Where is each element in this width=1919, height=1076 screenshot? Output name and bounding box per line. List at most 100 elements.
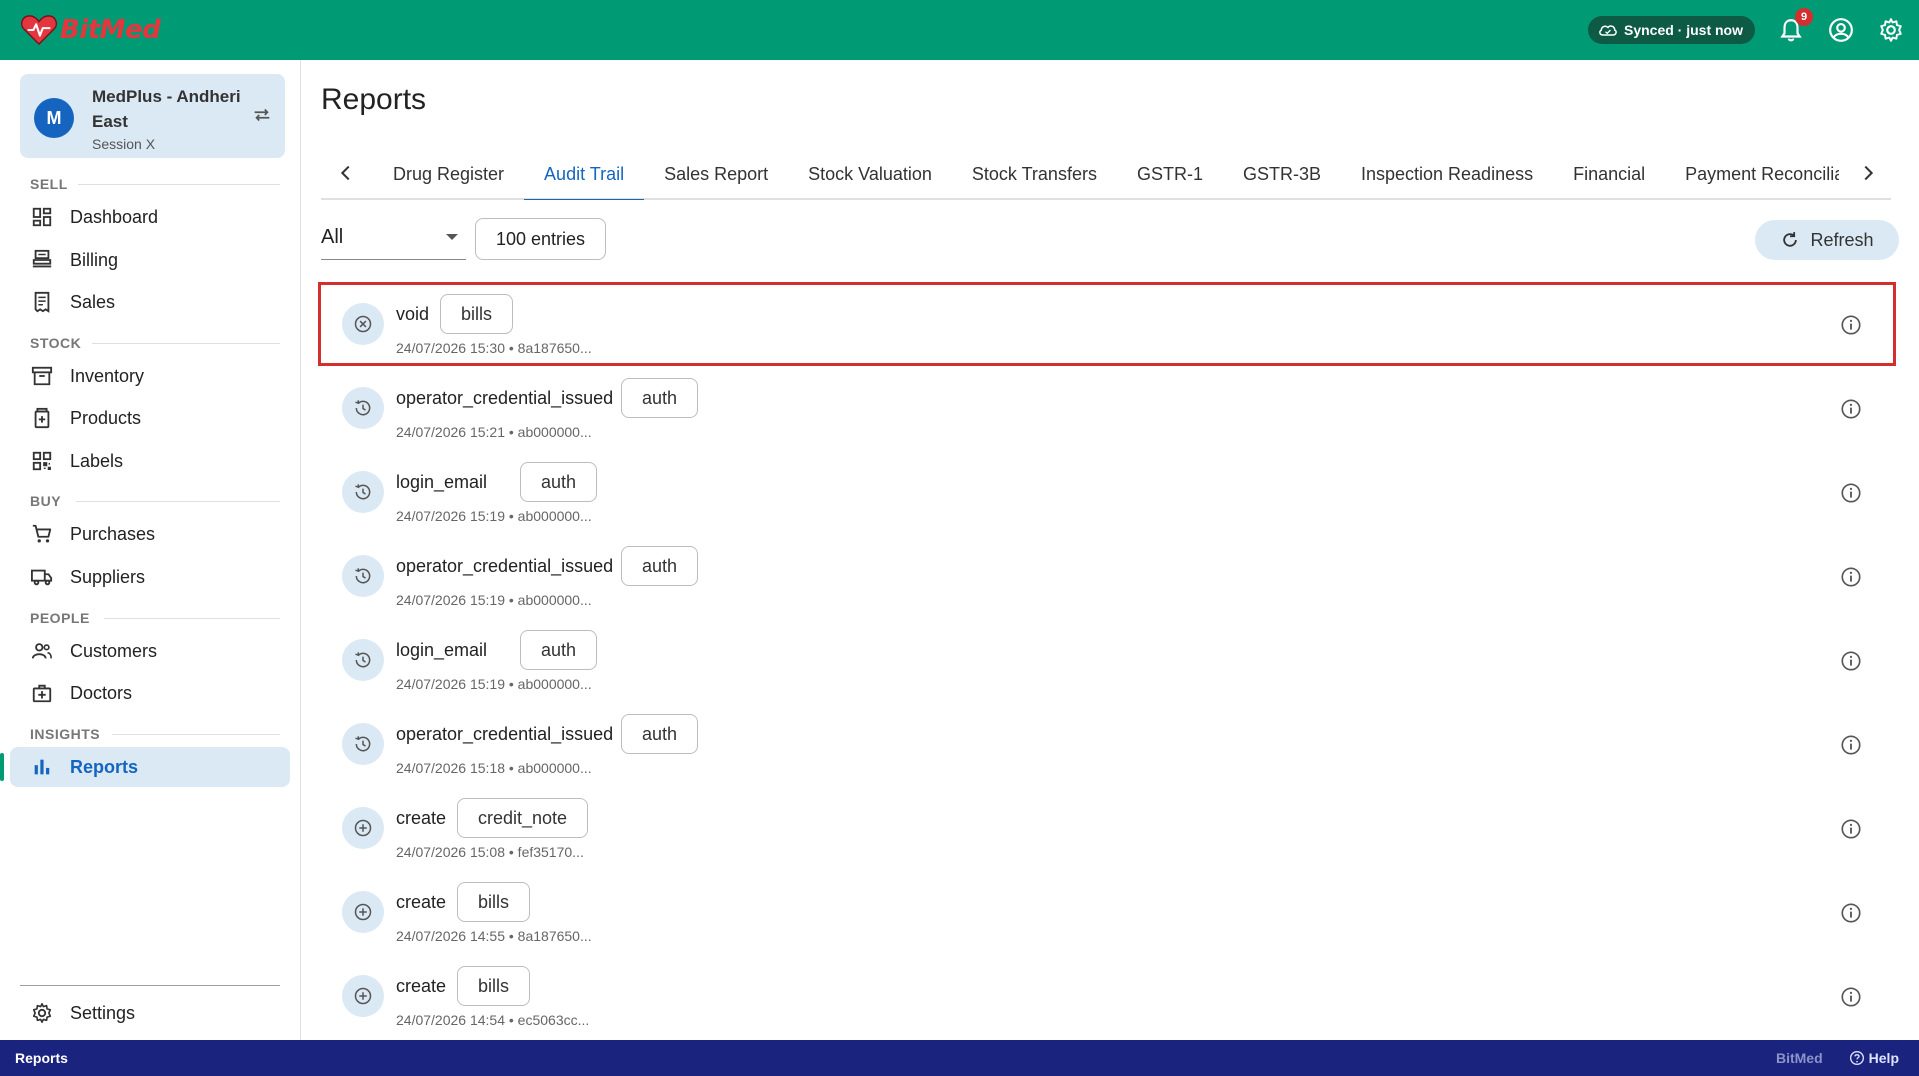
receipt-icon (30, 290, 54, 314)
info-icon[interactable] (1840, 902, 1862, 924)
sidebar-item-label: Dashboard (70, 206, 159, 227)
tab-inspection-readiness[interactable]: Inspection Readiness (1341, 148, 1553, 200)
tab-sales-report[interactable]: Sales Report (644, 148, 788, 200)
info-icon[interactable] (1840, 314, 1862, 336)
list-item[interactable]: operator_credential_issued auth 24/07/20… (318, 702, 1896, 786)
truck-icon (30, 565, 54, 589)
void-icon (342, 303, 384, 345)
list-item[interactable]: operator_credential_issued auth 24/07/20… (318, 534, 1896, 618)
sidebar-item-dashboard[interactable]: Dashboard (10, 197, 290, 237)
info-icon[interactable] (1840, 398, 1862, 420)
tab-financial[interactable]: Financial (1553, 148, 1665, 200)
qr-code-icon (30, 449, 54, 473)
audit-action: login_email (396, 472, 488, 492)
main-content: Reports Drug Register Audit Trail Sales Re… (302, 60, 1919, 1040)
tab-stock-transfers[interactable]: Stock Transfers (952, 148, 1117, 200)
history-icon (342, 387, 384, 429)
audit-meta: 24/07/2026 15:19 • ab000000... (396, 508, 592, 524)
entity-chip: credit_note (457, 798, 589, 838)
entity-chip: auth (621, 546, 699, 586)
bar-chart-icon (30, 755, 54, 779)
sync-status-badge[interactable]: Synced · just now (1587, 16, 1755, 44)
brand-name: BitMed (60, 15, 161, 45)
gear-icon (30, 1001, 54, 1025)
tabs-scroll-left-button[interactable] (331, 158, 361, 188)
list-item[interactable]: operator_credential_issued auth 24/07/20… (318, 366, 1896, 450)
sidebar-item-label: Reports (70, 756, 139, 777)
notifications-button[interactable]: 9 (1777, 8, 1813, 44)
list-item[interactable]: create bills 24/07/2026 14:54 • ec5063cc… (318, 954, 1896, 1038)
account-icon (1829, 18, 1853, 42)
add-circle-icon (342, 975, 384, 1017)
section-label-stock: STOCK (30, 335, 82, 351)
list-item[interactable]: void bills 24/07/2026 15:30 • 8a187650..… (318, 282, 1896, 366)
audit-action: create (396, 892, 447, 912)
sidebar-item-suppliers[interactable]: Suppliers (10, 557, 290, 597)
filter-selected-value: All (321, 226, 344, 248)
info-icon[interactable] (1840, 734, 1862, 756)
sidebar-item-customers[interactable]: Customers (10, 631, 290, 671)
account-button[interactable] (1827, 16, 1855, 44)
list-item[interactable]: login_email auth 24/07/2026 15:19 • ab00… (318, 618, 1896, 702)
sidebar-item-doctors[interactable]: Doctors (10, 673, 290, 713)
medical-bag-icon (30, 681, 54, 705)
entity-chip: bills (457, 966, 531, 1006)
section-divider (104, 618, 280, 619)
audit-trail-list: void bills 24/07/2026 15:30 • 8a187650..… (318, 282, 1896, 1038)
sidebar-item-label: Sales (70, 291, 116, 312)
audit-meta: 24/07/2026 15:08 • fef35170... (396, 844, 584, 860)
tab-payment-reconciliation[interactable]: Payment Reconciliation (1665, 148, 1839, 200)
tab-drug-register[interactable]: Drug Register (373, 148, 524, 200)
brand-logo[interactable]: BitMed (20, 14, 161, 46)
tabs-scroll-right-button[interactable] (1853, 158, 1883, 188)
sidebar-item-products[interactable]: Products (10, 398, 290, 438)
chevron-right-icon (1864, 165, 1874, 181)
audit-meta: 24/07/2026 15:19 • ab000000... (396, 592, 592, 608)
page-title: Reports (321, 83, 427, 116)
store-switcher-card[interactable]: M MedPlus - Andheri East Session X (20, 74, 285, 158)
sidebar-item-label: Inventory (70, 365, 145, 386)
info-icon[interactable] (1840, 818, 1862, 840)
sidebar-item-labels[interactable]: Labels (10, 441, 290, 481)
sidebar-item-purchases[interactable]: Purchases (10, 514, 290, 554)
entity-chip: auth (520, 462, 598, 502)
refresh-button[interactable]: Refresh (1755, 220, 1899, 260)
action-filter-select[interactable]: All (321, 218, 466, 260)
info-icon[interactable] (1840, 566, 1862, 588)
sidebar-item-label: Doctors (70, 682, 133, 703)
audit-action: operator_credential_issued (396, 724, 614, 744)
audit-action: login_email (396, 640, 488, 660)
audit-meta: 24/07/2026 15:18 • ab000000... (396, 760, 592, 776)
list-item[interactable]: login_email auth 24/07/2026 15:19 • ab00… (318, 450, 1896, 534)
section-label-sell: SELL (30, 176, 68, 192)
tab-gstr-3b[interactable]: GSTR-3B (1223, 148, 1341, 200)
section-label-buy: BUY (30, 493, 62, 509)
info-icon[interactable] (1840, 482, 1862, 504)
sidebar-item-sales[interactable]: Sales (10, 282, 290, 322)
status-current-page: Reports (15, 1050, 68, 1066)
status-bar: Reports BitMed Help (0, 1040, 1919, 1076)
sidebar-item-reports[interactable]: Reports (0, 747, 290, 787)
list-item[interactable]: create credit_note 24/07/2026 15:08 • fe… (318, 786, 1896, 870)
sidebar-item-label: Purchases (70, 523, 156, 544)
swap-icon[interactable] (251, 104, 273, 126)
history-icon (342, 639, 384, 681)
billing-icon (30, 248, 54, 272)
sidebar-item-settings[interactable]: Settings (10, 993, 290, 1033)
audit-meta: 24/07/2026 14:54 • ec5063cc... (396, 1012, 590, 1028)
list-item[interactable]: create bills 24/07/2026 14:55 • 8a187650… (318, 870, 1896, 954)
section-divider (112, 734, 280, 735)
sidebar-divider (20, 985, 280, 986)
tab-audit-trail[interactable]: Audit Trail (524, 148, 645, 200)
settings-button[interactable] (1877, 16, 1905, 44)
info-icon[interactable] (1840, 986, 1862, 1008)
sidebar-item-billing[interactable]: Billing (10, 240, 290, 280)
active-indicator (0, 753, 4, 781)
store-name: MedPlus - Andheri East (92, 87, 241, 131)
help-button[interactable]: Help (1849, 1050, 1899, 1066)
tab-gstr-1[interactable]: GSTR-1 (1117, 148, 1223, 200)
tab-stock-valuation[interactable]: Stock Valuation (788, 148, 952, 200)
info-icon[interactable] (1840, 650, 1862, 672)
refresh-icon (1783, 232, 1798, 247)
sidebar-item-inventory[interactable]: Inventory (10, 356, 290, 396)
